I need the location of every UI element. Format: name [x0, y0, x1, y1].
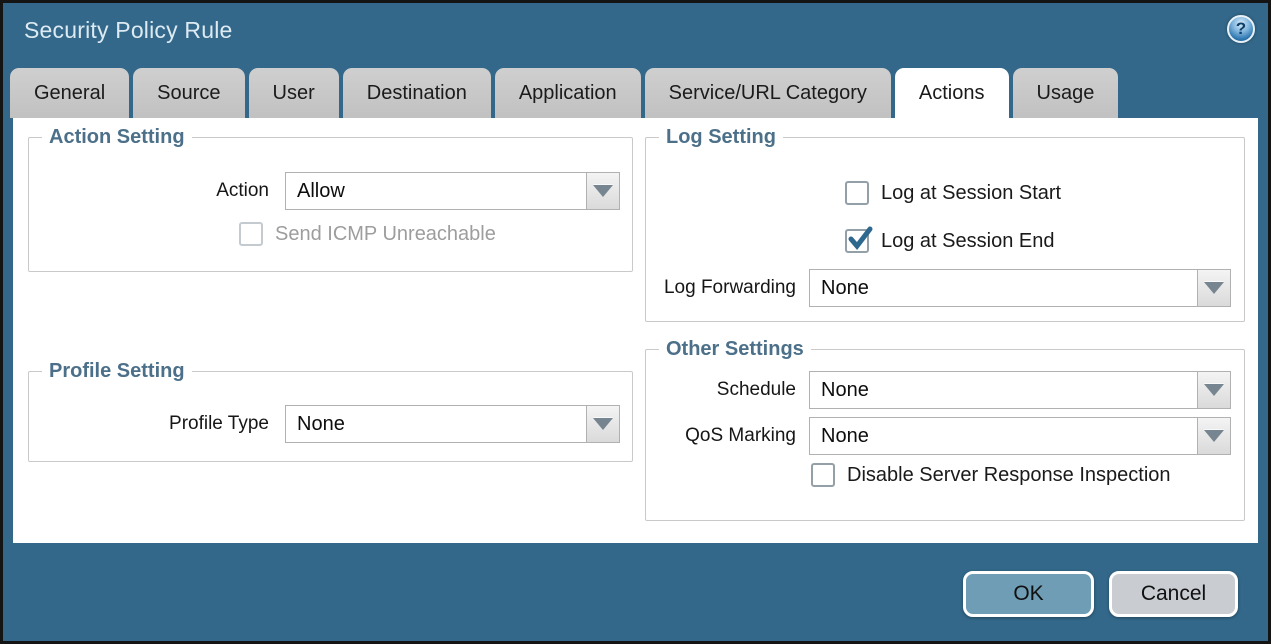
tab-destination[interactable]: Destination [343, 68, 491, 118]
chevron-down-icon [593, 185, 613, 197]
send-icmp-row: Send ICMP Unreachable [239, 222, 496, 246]
tab-general[interactable]: General [10, 68, 129, 118]
tab-usage[interactable]: Usage [1013, 68, 1119, 118]
action-label: Action [29, 172, 269, 210]
schedule-dropdown[interactable]: None [809, 371, 1231, 409]
tab-service-url-category[interactable]: Service/URL Category [645, 68, 891, 118]
question-mark-glyph: ? [1236, 19, 1246, 39]
qos-marking-dropdown[interactable]: None [809, 417, 1231, 455]
schedule-label: Schedule [646, 371, 796, 409]
profile-setting-section: Profile Setting Profile Type None [28, 371, 633, 462]
ok-button[interactable]: OK [963, 571, 1094, 617]
log-forwarding-label: Log Forwarding [646, 269, 796, 307]
content-panel: Action Setting Action Allow Send ICMP Un… [13, 118, 1258, 543]
profile-type-label: Profile Type [29, 405, 269, 443]
action-dropdown-button[interactable] [587, 172, 620, 210]
log-session-end-row: Log at Session End [845, 229, 1054, 253]
action-setting-section: Action Setting Action Allow Send ICMP Un… [28, 137, 633, 272]
schedule-dropdown-button[interactable] [1198, 371, 1231, 409]
tab-source[interactable]: Source [133, 68, 244, 118]
send-icmp-checkbox[interactable] [239, 222, 263, 246]
log-session-end-checkbox[interactable] [845, 229, 869, 253]
log-forwarding-dropdown-value: None [809, 269, 1198, 307]
log-session-start-label: Log at Session Start [881, 182, 1061, 205]
action-dropdown-value: Allow [285, 172, 587, 210]
checkmark-icon [846, 225, 874, 253]
log-setting-section: Log Setting Log at Session Start Log at … [645, 137, 1245, 322]
action-setting-legend: Action Setting [42, 125, 192, 149]
qos-marking-label: QoS Marking [646, 417, 796, 455]
help-icon[interactable]: ? [1227, 15, 1255, 43]
disable-sri-row: Disable Server Response Inspection [811, 463, 1171, 487]
chevron-down-icon [593, 418, 613, 430]
other-settings-legend: Other Settings [659, 337, 811, 361]
tab-actions[interactable]: Actions [895, 68, 1009, 118]
log-forwarding-dropdown[interactable]: None [809, 269, 1231, 307]
profile-type-dropdown-button[interactable] [587, 405, 620, 443]
other-settings-section: Other Settings Schedule None QoS Marking… [645, 349, 1245, 521]
action-dropdown[interactable]: Allow [285, 172, 620, 210]
log-session-start-checkbox[interactable] [845, 181, 869, 205]
tab-user[interactable]: User [249, 68, 339, 118]
profile-setting-legend: Profile Setting [42, 359, 192, 383]
chevron-down-icon [1204, 430, 1224, 442]
qos-marking-dropdown-button[interactable] [1198, 417, 1231, 455]
security-policy-rule-dialog: Security Policy Rule ? General Source Us… [0, 0, 1271, 644]
chevron-down-icon [1204, 384, 1224, 396]
disable-sri-label: Disable Server Response Inspection [847, 464, 1171, 487]
log-forwarding-dropdown-button[interactable] [1198, 269, 1231, 307]
log-session-start-row: Log at Session Start [845, 181, 1061, 205]
chevron-down-icon [1204, 282, 1224, 294]
schedule-dropdown-value: None [809, 371, 1198, 409]
profile-type-dropdown-value: None [285, 405, 587, 443]
cancel-button[interactable]: Cancel [1109, 571, 1238, 617]
dialog-title: Security Policy Rule [24, 17, 233, 44]
tab-bar: General Source User Destination Applicat… [10, 68, 1118, 118]
send-icmp-label: Send ICMP Unreachable [275, 223, 496, 246]
log-session-end-label: Log at Session End [881, 230, 1054, 253]
disable-sri-checkbox[interactable] [811, 463, 835, 487]
tab-application[interactable]: Application [495, 68, 641, 118]
log-setting-legend: Log Setting [659, 125, 783, 149]
profile-type-dropdown[interactable]: None [285, 405, 620, 443]
qos-marking-dropdown-value: None [809, 417, 1198, 455]
